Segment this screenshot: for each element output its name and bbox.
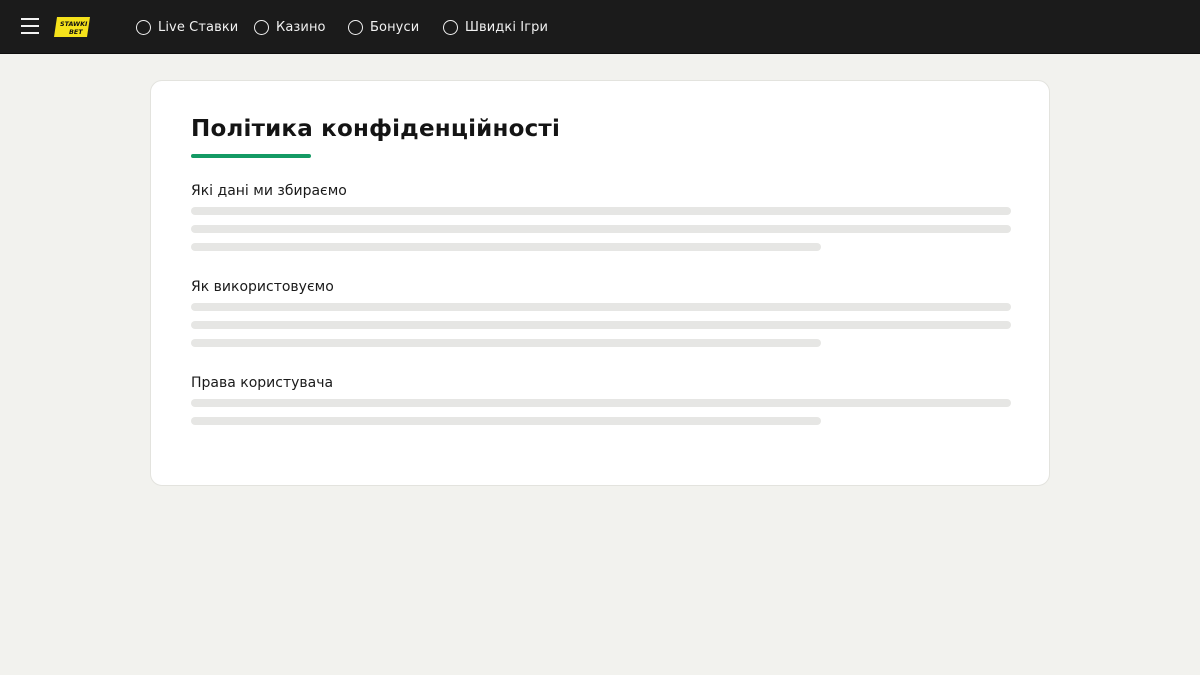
logo-graphic: STAWKI BET xyxy=(54,17,90,37)
section-heading-data-collected: Які дані ми збираємо xyxy=(191,183,347,199)
nav-item-label: Live Ставки xyxy=(158,19,239,35)
text-placeholder-line xyxy=(191,303,1011,311)
section-heading-user-rights: Права користувача xyxy=(191,375,334,391)
text-placeholder-line xyxy=(191,321,1011,329)
menu-line xyxy=(21,32,39,34)
text-placeholder-line xyxy=(191,207,1011,215)
menu-line xyxy=(21,25,39,27)
nav-item-label: Бонуси xyxy=(370,19,420,35)
section-heading-usage: Як використовуємо xyxy=(191,279,334,295)
stawki-bet-logo[interactable]: STAWKI BET xyxy=(52,16,92,38)
title-accent-underline xyxy=(191,154,311,158)
nav-item-fast-games[interactable]: Швидкі Ігри xyxy=(443,0,548,54)
hamburger-menu-icon[interactable] xyxy=(21,17,40,36)
circle-icon xyxy=(254,19,269,35)
menu-line xyxy=(21,18,39,20)
page-title: Політика конфіденційності xyxy=(191,116,561,142)
text-placeholder-line xyxy=(191,399,1011,407)
logo-text-bottom: BET xyxy=(69,28,83,36)
text-placeholder-line xyxy=(191,339,821,347)
nav-item-live-bets[interactable]: Live Ставки xyxy=(136,0,238,54)
text-placeholder-line xyxy=(191,243,821,251)
text-placeholder-line xyxy=(191,417,821,425)
privacy-policy-card: Політика конфіденційності Які дані ми зб… xyxy=(150,80,1050,486)
nav-item-bonuses[interactable]: Бонуси xyxy=(348,0,419,54)
top-navigation-bar: STAWKI BET Live Ставки Казино Бонуси Шви… xyxy=(0,0,1200,54)
nav-item-label: Казино xyxy=(276,19,326,35)
circle-icon xyxy=(348,19,363,35)
text-placeholder-line xyxy=(191,225,1011,233)
logo-text-top: STAWKI xyxy=(60,20,88,28)
circle-icon xyxy=(443,19,458,35)
circle-icon xyxy=(136,19,151,35)
nav-item-casino[interactable]: Казино xyxy=(254,0,326,54)
nav-item-label: Швидкі Ігри xyxy=(465,19,549,35)
